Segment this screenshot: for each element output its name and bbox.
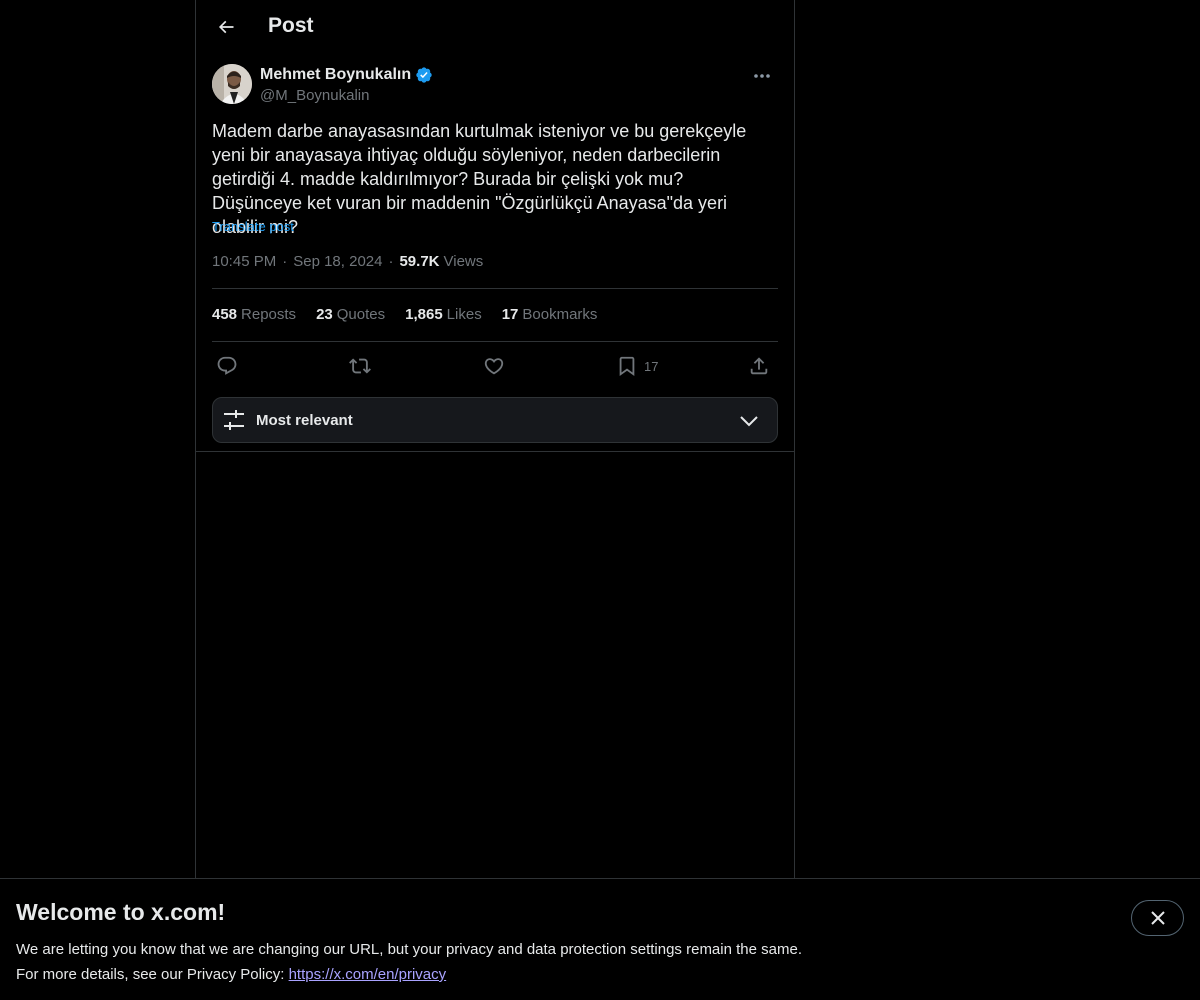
verified-badge-icon <box>415 66 433 84</box>
reply-button[interactable] <box>216 354 238 378</box>
back-button[interactable] <box>208 9 244 45</box>
chevron-down-icon <box>739 411 759 431</box>
author-row: Mehmet Boynukalın @M_Boynukalin <box>212 64 778 108</box>
privacy-policy-link[interactable]: https://x.com/en/privacy <box>289 966 447 983</box>
likes-label: Likes <box>446 306 482 323</box>
avatar[interactable] <box>212 64 252 104</box>
page-title: Post <box>268 14 314 37</box>
sliders-icon <box>223 409 245 431</box>
reposts-count: 458 <box>212 306 238 323</box>
post-time[interactable]: 10:45 PM <box>212 253 276 270</box>
author-handle[interactable]: @M_Boynukalin <box>260 87 369 104</box>
banner-line-2: For more details, see our Privacy Policy… <box>16 962 802 987</box>
banner-line-2-prefix: For more details, see our Privacy Policy… <box>16 966 289 983</box>
likes-stat[interactable]: 1,865 Likes <box>405 306 482 323</box>
action-bar: 17 <box>212 350 778 382</box>
reposts-label: Reposts <box>241 306 297 323</box>
arrow-left-icon <box>216 17 236 37</box>
reply-icon <box>216 355 238 377</box>
close-banner-button[interactable] <box>1131 900 1184 936</box>
engagement-stats: 458 Reposts 23 Quotes 1,865 Likes 17 Bookmar… <box>212 306 597 323</box>
banner-line-1: We are letting you know that we are chan… <box>16 941 802 958</box>
translate-post-link[interactable]: Translate post <box>212 219 294 234</box>
banner-title: Welcome to x.com! <box>16 899 226 925</box>
post-column: Post Mehmet Boynukalın @M_Boynukalin Mad… <box>195 0 795 878</box>
more-options-button[interactable] <box>746 64 778 88</box>
divider <box>196 451 794 452</box>
sort-label: Most relevant <box>256 412 353 429</box>
reposts-stat[interactable]: 458 Reposts <box>212 306 296 323</box>
quotes-count: 23 <box>316 306 333 323</box>
post-text: Madem darbe anayasasından kurtulmak iste… <box>212 121 747 237</box>
divider <box>212 288 778 289</box>
meta-separator: · <box>388 253 394 270</box>
post-meta: 10:45 PM · Sep 18, 2024 · 59.7K Views <box>212 253 483 270</box>
heart-icon <box>483 355 505 377</box>
quotes-label: Quotes <box>336 306 386 323</box>
likes-count: 1,865 <box>405 306 443 323</box>
reply-sort-dropdown[interactable]: Most relevant <box>212 397 778 443</box>
repost-button[interactable] <box>349 354 371 378</box>
close-icon <box>1150 911 1165 925</box>
bookmark-icon <box>616 355 638 377</box>
url-change-banner: Welcome to x.com! We are letting you kno… <box>0 878 1200 1000</box>
bookmarks-label: Bookmarks <box>522 306 598 323</box>
more-horizontal-icon <box>753 73 771 79</box>
views-count: 59.7K <box>399 253 440 270</box>
bookmarks-stat[interactable]: 17 Bookmarks <box>502 306 598 323</box>
bookmarks-count: 17 <box>501 306 519 323</box>
repost-icon <box>349 355 371 377</box>
share-button[interactable] <box>748 354 770 378</box>
post-date[interactable]: Sep 18, 2024 <box>293 253 382 270</box>
bookmark-count: 17 <box>644 358 659 374</box>
bookmark-button[interactable]: 17 <box>616 354 658 378</box>
quotes-stat[interactable]: 23 Quotes <box>316 306 385 323</box>
author-name-text: Mehmet Boynukalın <box>260 66 412 83</box>
views-label: Views <box>443 253 484 270</box>
author-name[interactable]: Mehmet Boynukalın <box>260 66 433 84</box>
divider <box>212 341 778 342</box>
meta-separator: · <box>282 253 288 270</box>
banner-text: We are letting you know that we are chan… <box>16 937 802 987</box>
like-button[interactable] <box>483 354 505 378</box>
post-header: Post <box>196 0 794 54</box>
share-icon <box>748 355 770 377</box>
